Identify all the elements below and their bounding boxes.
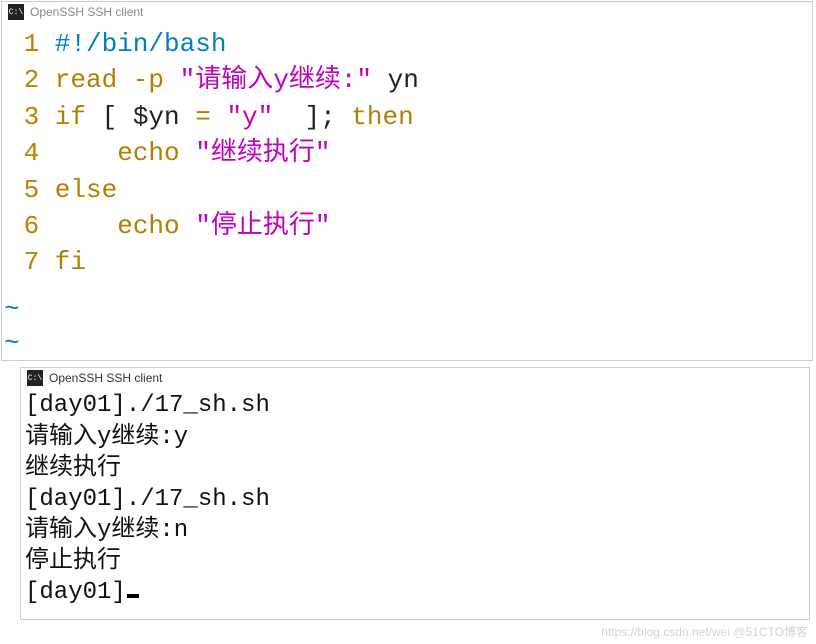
terminal-line: [day01]./17_sh.sh — [25, 484, 805, 515]
line-number: 1 — [8, 26, 39, 62]
editor-window: C:\ OpenSSH SSH client 1 #!/bin/bash 2 read… — [1, 1, 813, 361]
code-token — [180, 211, 196, 241]
line-number: 3 — [8, 99, 39, 135]
code-token: if — [55, 102, 86, 132]
code-line: 2 read -p "请输入y继续:" yn — [8, 62, 806, 98]
terminal-line: 请输入y继续:n — [25, 515, 805, 546]
terminal-window: C:\ OpenSSH SSH client [day01]./17_sh.sh… — [20, 367, 810, 619]
vim-tilde: ~ — [2, 293, 812, 327]
code-token: yn — [372, 65, 419, 95]
code-editor[interactable]: 1 #!/bin/bash 2 read -p "请输入y继续:" yn 3 if [ $… — [2, 22, 812, 293]
code-line: 7 fi — [8, 244, 806, 280]
code-token: "请输入y继续:" — [180, 65, 372, 95]
code-token: "继续执行" — [195, 138, 330, 168]
code-token: [ $yn — [86, 102, 195, 132]
code-token: "停止执行" — [195, 211, 330, 241]
terminal-line: 停止执行 — [25, 546, 805, 577]
editor-title-bar: C:\ OpenSSH SSH client — [2, 2, 812, 22]
terminal-title-bar: C:\ OpenSSH SSH client — [21, 368, 809, 388]
editor-title: OpenSSH SSH client — [30, 5, 143, 19]
code-token — [55, 138, 117, 168]
terminal-icon: C:\ — [8, 4, 24, 20]
code-token: "y" — [226, 102, 273, 132]
terminal-line: 继续执行 — [25, 453, 805, 484]
line-number: 5 — [8, 172, 39, 208]
terminal-icon: C:\ — [27, 370, 43, 386]
code-token: read -p — [55, 65, 180, 95]
line-number: 6 — [8, 208, 39, 244]
code-token: then — [351, 102, 413, 132]
terminal-line: [day01] — [25, 577, 805, 608]
code-token: ]; — [273, 102, 351, 132]
code-line: 3 if [ $yn = "y" ]; then — [8, 99, 806, 135]
code-token: #!/bin/bash — [55, 29, 227, 59]
terminal-output[interactable]: [day01]./17_sh.sh请输入y继续:y继续执行[day01]./17… — [21, 388, 809, 618]
terminal-title: OpenSSH SSH client — [49, 371, 162, 385]
code-token — [55, 211, 117, 241]
code-token — [211, 102, 227, 132]
code-token: echo — [117, 211, 179, 241]
code-line: 6 echo "停止执行" — [8, 208, 806, 244]
line-number: 4 — [8, 135, 39, 171]
code-token: echo — [117, 138, 179, 168]
code-token: fi — [55, 247, 86, 277]
code-line: 5 else — [8, 172, 806, 208]
terminal-line: 请输入y继续:y — [25, 422, 805, 453]
code-token: else — [55, 175, 117, 205]
watermark-text: https://blog.csdn.net/wei @51CTO博客 — [601, 623, 808, 640]
line-number: 2 — [8, 62, 39, 98]
code-token — [180, 138, 196, 168]
line-number: 7 — [8, 244, 39, 280]
code-token: = — [195, 102, 211, 132]
code-line: 1 #!/bin/bash — [8, 26, 806, 62]
terminal-line: [day01]./17_sh.sh — [25, 390, 805, 421]
cursor — [127, 594, 139, 598]
vim-tilde: ~ — [2, 327, 812, 361]
code-line: 4 echo "继续执行" — [8, 135, 806, 171]
